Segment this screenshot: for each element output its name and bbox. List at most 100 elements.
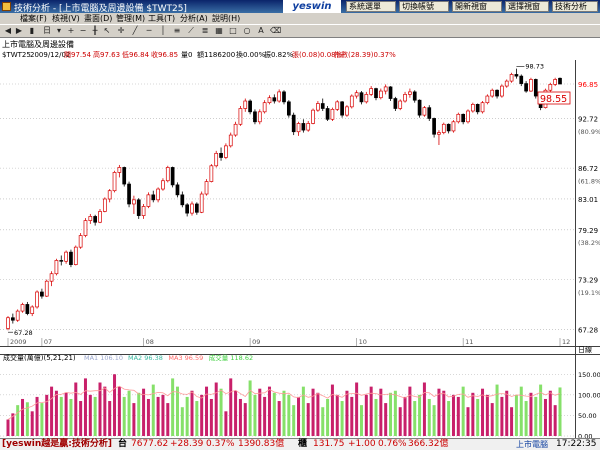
volume-axis-labels: 150.00100.0050.000.00	[578, 371, 600, 441]
cursor-icon[interactable]: ↖	[102, 26, 112, 36]
price-axis-labels: 96.85 92.72 (80.9%) 86.72 (61.8%) 83.01 79.29 (…	[578, 81, 600, 335]
grid-icon[interactable]: ▦	[214, 26, 224, 36]
price-tick-label: 67.28	[578, 327, 598, 335]
volume-bar	[108, 401, 112, 436]
volume-bar	[59, 396, 63, 436]
price-tick-label: (80.9%)	[578, 128, 600, 136]
volume-bar	[229, 378, 233, 436]
menu-analysis[interactable]: 分析(A)	[180, 13, 208, 24]
volume-bar	[297, 396, 301, 436]
volume-bar	[209, 398, 213, 436]
chevron-down-icon[interactable]: ▾	[54, 26, 64, 36]
volume-bar	[384, 403, 388, 436]
channel-icon[interactable]: ≡	[172, 26, 182, 36]
volume-bar	[321, 407, 325, 436]
candle-body	[98, 211, 102, 223]
volume-bar	[277, 401, 281, 436]
candle-body	[514, 74, 519, 77]
volume-bar	[195, 401, 199, 436]
otc-amount: 366.32億	[408, 439, 449, 449]
menu-tools[interactable]: 工具(T)	[148, 13, 175, 24]
candle-body	[277, 91, 282, 102]
period-select[interactable]: 日	[40, 26, 54, 36]
candle-body	[267, 97, 272, 104]
crosshair-icon[interactable]: ✛	[116, 26, 126, 36]
candle-body	[233, 123, 238, 136]
ellipse-icon[interactable]: ○	[242, 26, 252, 36]
volume-bar	[476, 398, 480, 436]
volume-bar	[534, 396, 538, 436]
brand-text: [yeswin越是贏:技術分析]	[2, 439, 112, 449]
candle-body	[93, 216, 98, 223]
volume-bar	[40, 403, 44, 436]
candle-body	[243, 100, 248, 109]
fibonacci-icon[interactable]: ≣	[200, 26, 210, 36]
menu-display[interactable]: 畫面(D)	[84, 13, 112, 24]
app-icon	[2, 2, 11, 11]
candle-body	[500, 85, 504, 97]
candle-body	[214, 152, 219, 167]
volume-bar	[369, 386, 373, 436]
volume-bar	[175, 386, 179, 436]
candle-body	[475, 103, 480, 113]
menu-file[interactable]: 檔案(F)	[20, 13, 47, 24]
select-window-button[interactable]: 選擇視窗	[505, 1, 549, 12]
minus-icon[interactable]: −	[78, 26, 88, 36]
vline-icon[interactable]: │	[158, 26, 168, 36]
line-draw-icon[interactable]: ╱	[130, 26, 140, 36]
volume-bar	[451, 394, 455, 436]
tech-analysis-button[interactable]: 技術分析	[552, 1, 598, 12]
volume-bar	[422, 382, 426, 436]
hline-icon[interactable]: ─	[144, 26, 154, 36]
status-bar: [yeswin越是贏:技術分析] 台 7677.62 +28.39 0.37% …	[0, 438, 600, 450]
candle-body	[54, 260, 59, 275]
candle-body	[253, 111, 257, 123]
split-icon[interactable]: ╫	[90, 26, 100, 36]
volume-bar	[69, 398, 73, 436]
candle-body	[354, 92, 359, 97]
volume-bar	[50, 386, 54, 436]
price-tick-label: 73.29	[578, 277, 598, 285]
volume-bar	[548, 390, 552, 436]
candle-body	[122, 167, 127, 185]
chart-area[interactable]: 上市電腦及周邊設備 $TWT25 2009/12/02 開97.54 高97.6…	[0, 38, 600, 441]
volume-bar	[132, 403, 136, 436]
menu-help[interactable]: 說明(H)	[212, 13, 240, 24]
forward-arrow-icon[interactable]: ▶	[14, 26, 24, 36]
candlestick-chart[interactable]: 上市電腦及周邊設備 $TWT25 2009/12/02 開97.54 高97.6…	[0, 38, 600, 441]
volume-bar	[64, 392, 68, 436]
system-menu-button[interactable]: 系統選單	[346, 1, 396, 12]
back-arrow-icon[interactable]: ◀	[3, 26, 13, 36]
chart-type-icon[interactable]: ▮	[27, 26, 37, 36]
candle-body	[349, 95, 354, 108]
volume-bar	[471, 392, 475, 436]
eraser-icon[interactable]: ⌫	[270, 26, 281, 36]
info-close: 收96.85	[151, 50, 178, 59]
candle-body	[393, 98, 398, 109]
candle-body	[40, 291, 44, 297]
info-turnover: 換0.00%	[236, 50, 266, 59]
menu-manage[interactable]: 管理(M)	[116, 13, 145, 24]
candle-body	[422, 107, 427, 116]
volume-bar	[267, 386, 271, 436]
new-window-button[interactable]: 開新視窗	[452, 1, 502, 12]
rectangle-icon[interactable]: □	[228, 26, 238, 36]
candle-body	[306, 123, 311, 131]
price-tick-label: 79.29	[578, 227, 598, 235]
candle-body	[446, 123, 451, 132]
text-icon[interactable]: A	[256, 26, 266, 36]
plus-icon[interactable]: +	[66, 26, 76, 36]
volume-bar	[335, 394, 339, 436]
ma-legend: MA1 106.10 MA2 96.38 MA3 96.59 成交量 118.62	[84, 353, 253, 362]
switch-account-button[interactable]: 切換帳號	[399, 1, 449, 12]
candle-body	[301, 123, 306, 131]
menu-view[interactable]: 核視(V)	[52, 13, 80, 24]
candle-body	[219, 152, 223, 158]
candle-body	[248, 100, 252, 113]
volume-bar	[427, 398, 431, 436]
candle-body	[316, 103, 320, 111]
fan-icon[interactable]: ⟋	[186, 26, 196, 36]
candle-body	[25, 304, 30, 314]
volume-bar	[214, 382, 218, 436]
volume-bar	[272, 392, 276, 436]
